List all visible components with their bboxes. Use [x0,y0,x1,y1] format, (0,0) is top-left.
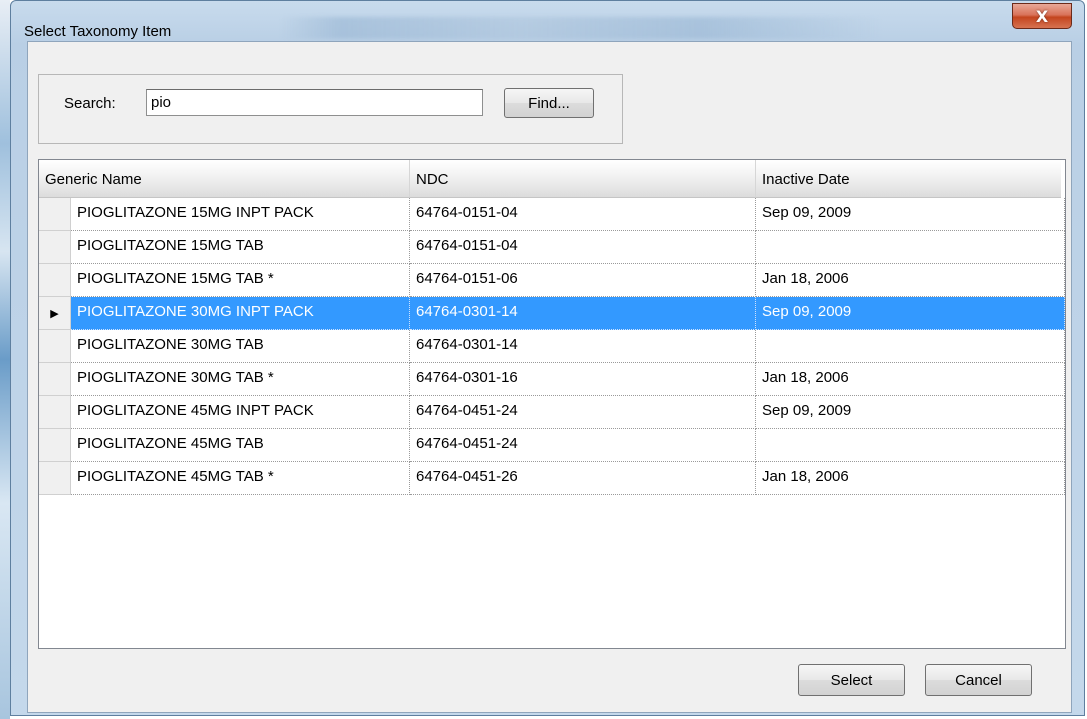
column-header-ndc[interactable]: NDC [410,160,756,198]
cell-generic-name[interactable]: PIOGLITAZONE 30MG TAB [71,330,410,363]
cell-inactive-date[interactable]: Sep 09, 2009 [756,198,1065,231]
cell-generic-name[interactable]: PIOGLITAZONE 45MG INPT PACK [71,396,410,429]
table-row[interactable]: PIOGLITAZONE 45MG INPT PACK 64764-0451-24… [39,396,1065,429]
dialog-window: Select Taxonomy Item X Search: Find... G… [10,0,1085,716]
close-button[interactable]: X [1012,3,1072,29]
window-title: Select Taxonomy Item [24,23,172,40]
cell-generic-name[interactable]: PIOGLITAZONE 15MG TAB * [71,264,410,297]
column-header-generic-name[interactable]: Generic Name [39,160,410,198]
cell-generic-name[interactable]: PIOGLITAZONE 45MG TAB [71,429,410,462]
cell-ndc[interactable]: 64764-0451-24 [410,396,756,429]
cell-inactive-date[interactable]: Sep 09, 2009 [756,396,1065,429]
row-header[interactable] [39,330,71,363]
search-label: Search: [64,95,116,112]
table-row[interactable]: PIOGLITAZONE 30MG TAB 64764-0301-14 [39,330,1065,363]
search-group: Search: Find... [38,74,623,144]
row-header[interactable] [39,363,71,396]
desktop-edge [0,0,10,719]
cell-ndc[interactable]: 64764-0451-24 [410,429,756,462]
cell-generic-name[interactable]: PIOGLITAZONE 15MG INPT PACK [71,198,410,231]
find-button[interactable]: Find... [504,88,594,118]
table-row[interactable]: PIOGLITAZONE 30MG TAB * 64764-0301-16 Jan … [39,363,1065,396]
cell-inactive-date[interactable]: Jan 18, 2006 [756,462,1065,495]
cell-inactive-date[interactable]: Jan 18, 2006 [756,264,1065,297]
row-header[interactable] [39,396,71,429]
column-header-inactive-date[interactable]: Inactive Date [756,160,1061,198]
current-row-indicator-icon: ▶ [50,307,59,320]
results-grid[interactable]: Generic Name NDC Inactive Date PIOGLITAZ… [38,159,1066,649]
table-row[interactable]: PIOGLITAZONE 45MG TAB 64764-0451-24 [39,429,1065,462]
table-row[interactable]: PIOGLITAZONE 15MG TAB 64764-0151-04 [39,231,1065,264]
cell-ndc[interactable]: 64764-0301-14 [410,297,756,330]
dialog-client-area: Search: Find... Generic Name NDC Inactiv… [27,41,1072,713]
row-header[interactable] [39,231,71,264]
table-row[interactable]: PIOGLITAZONE 15MG INPT PACK 64764-0151-04… [39,198,1065,231]
cell-generic-name[interactable]: PIOGLITAZONE 15MG TAB [71,231,410,264]
cancel-button[interactable]: Cancel [925,664,1032,696]
table-row[interactable]: PIOGLITAZONE 45MG TAB * 64764-0451-26 Jan … [39,462,1065,495]
cell-generic-name[interactable]: PIOGLITAZONE 45MG TAB * [71,462,410,495]
cell-ndc[interactable]: 64764-0451-26 [410,462,756,495]
row-header[interactable] [39,198,71,231]
table-row[interactable]: ▶ PIOGLITAZONE 30MG INPT PACK 64764-0301-1… [39,297,1065,330]
row-header[interactable]: ▶ [39,297,71,330]
cell-inactive-date[interactable]: Sep 09, 2009 [756,297,1065,330]
cell-inactive-date[interactable]: Jan 18, 2006 [756,363,1065,396]
cell-ndc[interactable]: 64764-0301-14 [410,330,756,363]
grid-rows: PIOGLITAZONE 15MG INPT PACK 64764-0151-04… [39,198,1065,495]
row-header[interactable] [39,429,71,462]
cell-inactive-date[interactable] [756,231,1065,264]
row-header[interactable] [39,462,71,495]
row-header[interactable] [39,264,71,297]
close-icon: X [1035,6,1049,26]
select-button[interactable]: Select [798,664,905,696]
cell-ndc[interactable]: 64764-0151-06 [410,264,756,297]
cell-ndc[interactable]: 64764-0151-04 [410,231,756,264]
cell-inactive-date[interactable] [756,330,1065,363]
title-bar-background-blur [281,17,881,39]
grid-header: Generic Name NDC Inactive Date [39,160,1065,198]
cell-ndc[interactable]: 64764-0301-16 [410,363,756,396]
cell-generic-name[interactable]: PIOGLITAZONE 30MG INPT PACK [71,297,410,330]
table-row[interactable]: PIOGLITAZONE 15MG TAB * 64764-0151-06 Jan … [39,264,1065,297]
cell-inactive-date[interactable] [756,429,1065,462]
cell-generic-name[interactable]: PIOGLITAZONE 30MG TAB * [71,363,410,396]
cell-ndc[interactable]: 64764-0151-04 [410,198,756,231]
search-input[interactable] [146,89,483,116]
